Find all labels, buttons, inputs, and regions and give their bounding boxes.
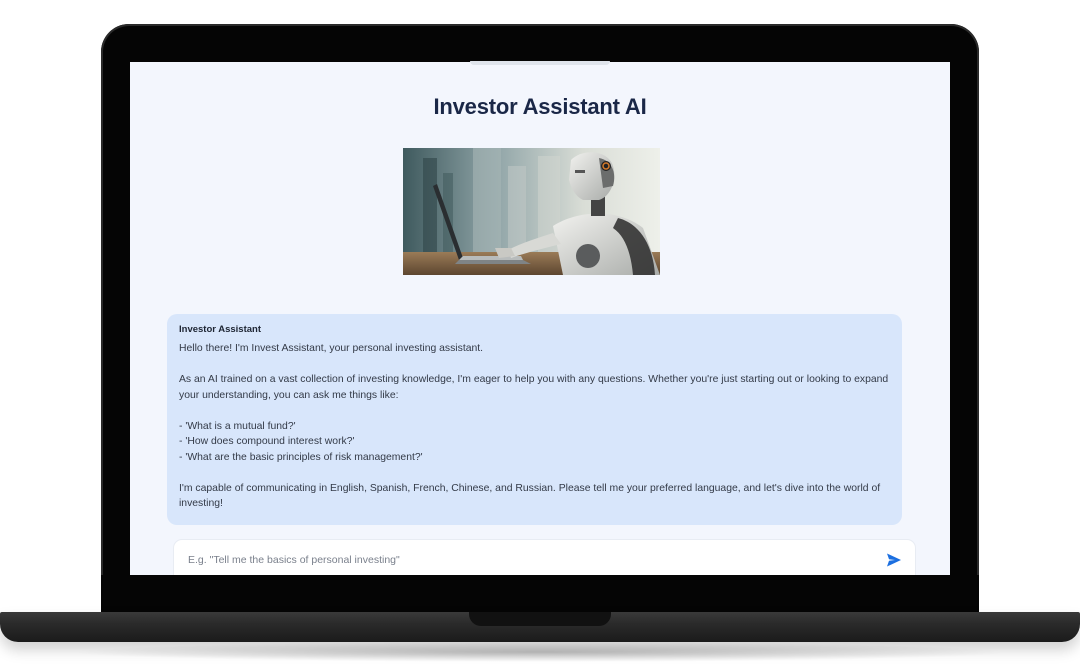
page-title: Investor Assistant AI [433, 94, 647, 119]
chat-composer [174, 540, 915, 575]
robot-laptop-illustration [403, 148, 660, 275]
send-icon[interactable] [886, 552, 902, 568]
laptop-base-notch [469, 612, 611, 626]
laptop-bottom-bezel [101, 575, 979, 615]
message-body: Hello there! I'm Invest Assistant, your … [179, 341, 890, 512]
message-intro: As an AI trained on a vast collection of… [179, 374, 889, 401]
message-greeting: Hello there! I'm Invest Assistant, your … [179, 343, 484, 354]
message-languages: I'm capable of communicating in English,… [179, 482, 881, 510]
message-example-3: - 'What are the basic principles of risk… [179, 451, 423, 463]
screen-top-notch [470, 61, 610, 65]
message-sender: Investor Assistant [179, 324, 262, 335]
chat-input[interactable] [186, 550, 870, 570]
app-screen: Investor Assistant AI Investor Assistant… [130, 62, 950, 575]
laptop-mockup: Investor Assistant AI Investor Assistant… [0, 0, 1080, 670]
assistant-message-bubble: Investor Assistant Hello there! I'm Inve… [167, 314, 902, 525]
message-example-1: - 'What is a mutual fund?' [179, 420, 296, 432]
message-example-2: - 'How does compound interest work?' [179, 436, 355, 447]
laptop-shadow [70, 642, 1010, 662]
